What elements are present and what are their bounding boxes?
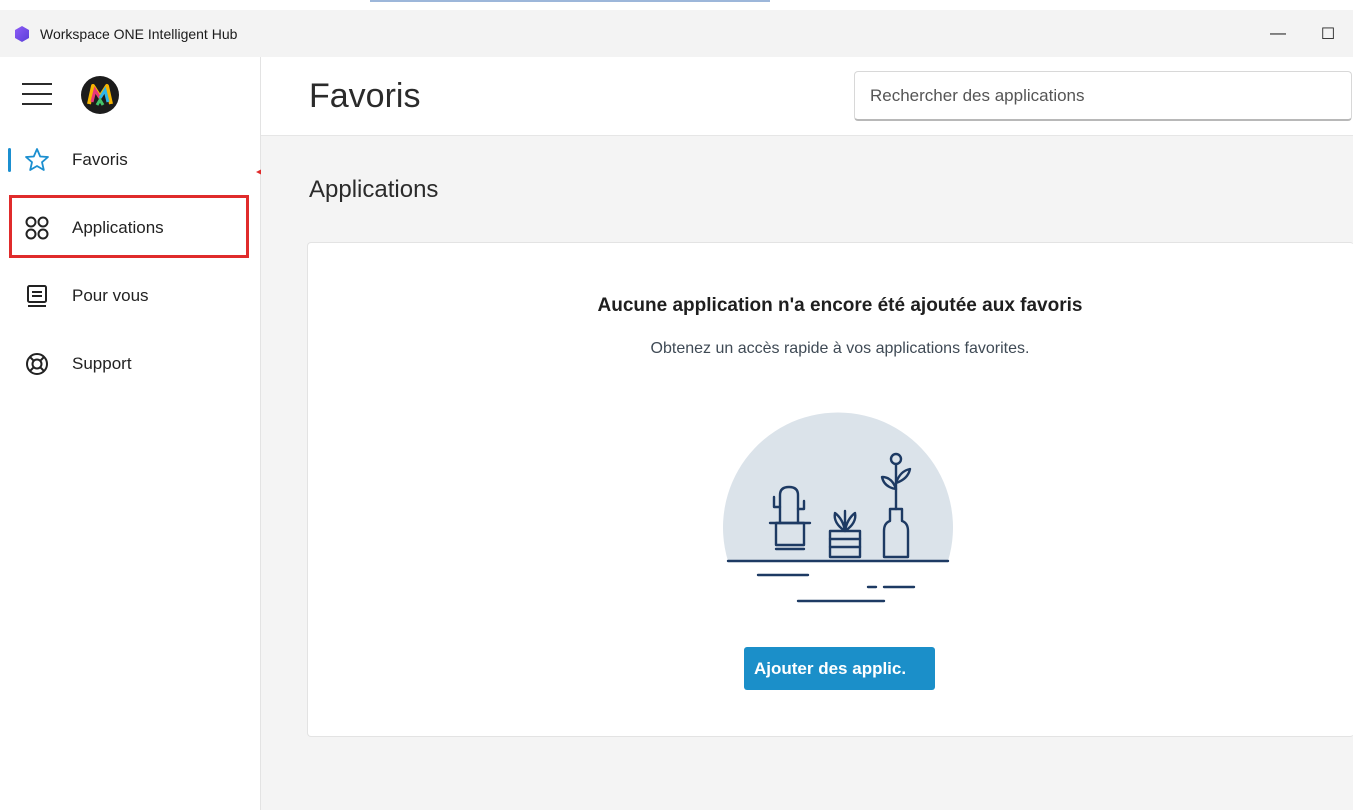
- add-applications-button[interactable]: Ajouter des applic.: [744, 647, 935, 690]
- minimize-button[interactable]: —: [1253, 10, 1303, 57]
- annotation-highlight-box: [9, 195, 249, 258]
- hamburger-icon-line: [22, 103, 52, 105]
- header: Favoris: [261, 57, 1353, 136]
- sidebar: Favoris Applications Pour vous Support: [0, 57, 261, 810]
- app-logo-icon: [15, 25, 29, 42]
- empty-state-card: Aucune application n'a encore été ajouté…: [307, 242, 1353, 737]
- title-bar: Workspace ONE Intelligent Hub — ☐: [0, 10, 1353, 57]
- plants-illustration-icon: [723, 412, 953, 603]
- sidebar-item-label: Pour vous: [72, 286, 149, 305]
- sidebar-item-favoris[interactable]: Favoris: [0, 135, 258, 185]
- window-title: Workspace ONE Intelligent Hub: [40, 25, 238, 42]
- for-you-icon: [24, 283, 50, 309]
- star-icon: [24, 147, 50, 173]
- top-accent-line: [370, 0, 770, 2]
- hamburger-icon-line: [22, 83, 52, 85]
- empty-state-title: Aucune application n'a encore été ajouté…: [597, 295, 1083, 316]
- brand-logo-icon: [81, 76, 119, 114]
- sidebar-item-label: Favoris: [72, 150, 128, 169]
- maximize-button[interactable]: ☐: [1303, 10, 1353, 57]
- menu-toggle-button[interactable]: [22, 83, 52, 107]
- main-content: Applications Aucune application n'a enco…: [261, 136, 1353, 810]
- section-title: Applications: [309, 176, 439, 203]
- search-input[interactable]: [854, 71, 1352, 121]
- empty-state-subtitle: Obtenez un accès rapide à vos applicatio…: [650, 340, 1030, 357]
- sidebar-item-label: Support: [72, 354, 132, 373]
- sidebar-item-pour-vous[interactable]: Pour vous: [0, 271, 258, 321]
- lifebuoy-icon: [24, 351, 50, 377]
- top-strip: [0, 0, 1353, 10]
- page-title: Favoris: [309, 77, 421, 115]
- hamburger-icon-line: [22, 93, 52, 95]
- sidebar-item-support[interactable]: Support: [0, 339, 258, 389]
